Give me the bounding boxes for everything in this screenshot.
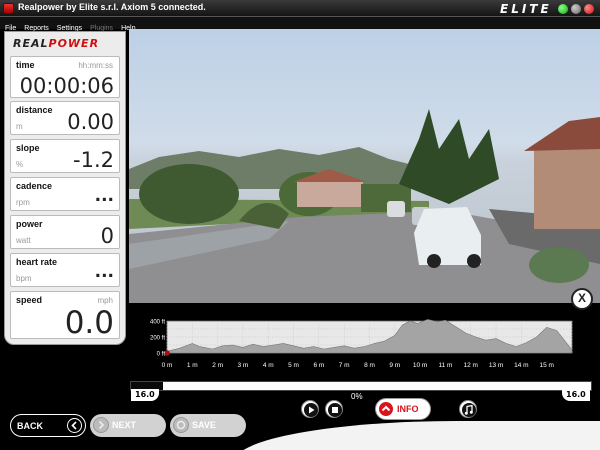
- car-wheel: [427, 254, 441, 268]
- building-roof: [524, 117, 600, 151]
- x-tick-label: 11 m: [438, 362, 452, 369]
- time-label: time: [16, 60, 35, 70]
- y-tick-label: 400 ft: [150, 320, 165, 326]
- heart-rate-unit: bpm: [16, 274, 32, 283]
- save-label: SAVE: [192, 420, 216, 430]
- cadence-value: ...: [94, 186, 114, 206]
- distance-stat: distance m 0.00: [10, 101, 120, 135]
- x-tick-label: 2 m: [212, 362, 223, 369]
- x-tick-label: 7 m: [339, 362, 350, 369]
- close-video-button[interactable]: X: [571, 288, 593, 310]
- back-button[interactable]: BACK: [10, 414, 86, 437]
- cadence-label: cadence: [16, 181, 53, 191]
- power-stat: power watt 0: [10, 215, 120, 249]
- stats-panel: REALPOWER time hh:mm:ss 00:00:06 distanc…: [4, 31, 126, 345]
- heart-rate-label: heart rate: [16, 257, 58, 267]
- elite-logo: ELITE: [500, 2, 552, 16]
- close-window-button[interactable]: [584, 4, 594, 14]
- next-label: NEXT: [112, 420, 137, 430]
- slope-unit: %: [16, 160, 24, 169]
- x-tick-label: 3 m: [238, 362, 249, 369]
- chevron-up-icon: [379, 402, 393, 416]
- app-icon: [3, 3, 14, 14]
- progress-start-label: 16.0: [131, 389, 159, 401]
- x-tick-label: 9 m: [389, 362, 400, 369]
- back-label: BACK: [17, 421, 43, 431]
- save-button[interactable]: SAVE: [170, 414, 246, 437]
- time-value: 00:00:06: [19, 74, 114, 98]
- x-tick-label: 6 m: [313, 362, 324, 369]
- realpower-logo: REALPOWER: [13, 37, 100, 50]
- palm-tree: [399, 109, 499, 204]
- x-tick-label: 14 m: [514, 362, 528, 369]
- distance-label: distance: [16, 105, 53, 115]
- distance-value: 0.00: [67, 110, 114, 134]
- distant-house: [297, 181, 363, 207]
- x-tick-label: 4 m: [263, 362, 274, 369]
- right-building: [534, 149, 600, 229]
- power-value: 0: [100, 224, 114, 248]
- heart-rate-value: ...: [94, 262, 114, 282]
- info-label: INFO: [397, 404, 419, 414]
- minimize-button[interactable]: [558, 4, 568, 14]
- maximize-button[interactable]: [571, 4, 581, 14]
- power-label: power: [16, 219, 43, 229]
- music-note-icon: [462, 403, 476, 417]
- speed-label: speed: [16, 295, 43, 305]
- x-tick-label: 15 m: [539, 362, 553, 369]
- x-tick-label: 8 m: [364, 362, 375, 369]
- progress-percent: 0%: [351, 392, 363, 401]
- music-button[interactable]: [459, 400, 477, 418]
- y-tick-label: 0 ft: [157, 352, 166, 358]
- chevron-right-icon: [93, 417, 109, 433]
- right-shrub: [529, 247, 589, 283]
- video-view[interactable]: [129, 29, 600, 303]
- left-bushes: [139, 164, 239, 224]
- y-tick-label: 200 ft: [150, 336, 165, 342]
- slope-label: slope: [16, 143, 40, 153]
- speed-unit: mph: [97, 296, 113, 305]
- altitude-profile-chart: 400 ft 200 ft 0 ft 0 m 1 m 2 m 3 m 4 m 5 m 6 m 7 m…: [150, 319, 573, 369]
- progress-end-label: 16.0: [562, 389, 590, 401]
- position-marker: [164, 350, 170, 356]
- x-tick-label: 12 m: [464, 362, 478, 369]
- cadence-stat: cadence rpm ...: [10, 177, 120, 211]
- x-tick-label: 13 m: [489, 362, 503, 369]
- route-progress-bar[interactable]: [130, 381, 592, 391]
- road-scene: [129, 109, 600, 303]
- cadence-unit: rpm: [16, 198, 30, 207]
- next-button[interactable]: NEXT: [90, 414, 166, 437]
- car-wheel-2: [467, 254, 481, 268]
- stop-button[interactable]: [325, 400, 343, 418]
- play-icon: [304, 403, 318, 417]
- play-button[interactable]: [301, 400, 319, 418]
- window-title: Realpower by Elite s.r.l. Axiom 5 connec…: [18, 2, 206, 12]
- power-unit: watt: [16, 236, 31, 245]
- stop-icon: [328, 403, 342, 417]
- speed-value: 0.0: [64, 305, 114, 341]
- info-button[interactable]: INFO: [375, 398, 431, 420]
- x-tick-label: 5 m: [288, 362, 299, 369]
- slope-value: -1.2: [73, 148, 114, 172]
- van: [387, 201, 405, 217]
- speed-stat: speed mph 0.0: [10, 291, 120, 341]
- save-icon: [173, 417, 189, 433]
- time-stat: time hh:mm:ss 00:00:06: [10, 56, 120, 98]
- heart-rate-stat: heart rate bpm ...: [10, 253, 120, 287]
- x-tick-label: 10 m: [413, 362, 427, 369]
- chevron-left-icon: [67, 418, 82, 433]
- menu-bar: FileReportsSettingsPluginsHelp: [0, 17, 600, 32]
- distance-unit: m: [16, 122, 23, 131]
- title-bar: Realpower by Elite s.r.l. Axiom 5 connec…: [0, 0, 600, 17]
- bottom-decoration: [235, 421, 600, 450]
- x-tick-label: 0 m: [162, 362, 173, 369]
- x-tick-label: 1 m: [187, 362, 198, 369]
- time-unit: hh:mm:ss: [78, 61, 113, 70]
- slope-stat: slope % -1.2: [10, 139, 120, 173]
